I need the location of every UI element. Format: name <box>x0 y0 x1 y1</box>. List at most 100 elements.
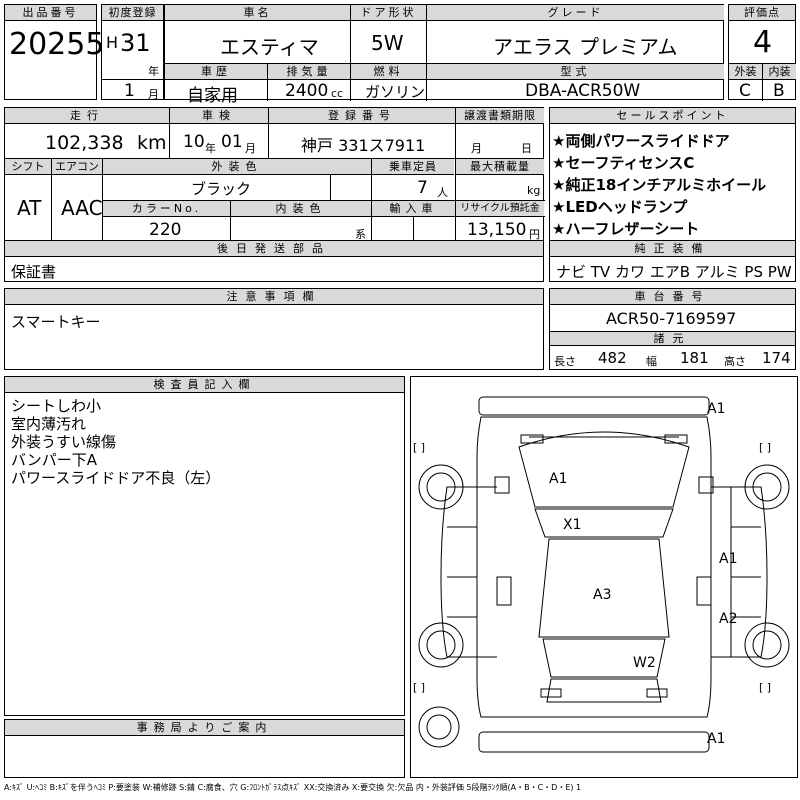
seats-unit: 人 <box>437 186 448 199</box>
score: 4 <box>753 25 773 60</box>
bracket-mark: [ ] <box>759 441 772 454</box>
reg-month: 1 <box>124 81 135 101</box>
disp-unit: cc <box>331 87 344 100</box>
sales-point-item: ★セーフティセンスC <box>552 154 695 172</box>
insp-month-unit: 月 <box>245 142 256 155</box>
ac-label: エアコン <box>52 159 102 175</box>
color-label: 外装色 <box>103 159 371 175</box>
damage-mark: X1 <box>563 517 582 533</box>
fuel: ガソリン <box>365 83 426 101</box>
parts-later-label: 後日発送部品 <box>5 241 543 257</box>
inspector-line: パワースライドドア不良（左） <box>11 469 221 487</box>
score-box: 評価点 4 外装 内装 C B <box>728 4 796 101</box>
damage-mark: A1 <box>719 551 738 567</box>
specs-label: 諸元 <box>550 332 795 346</box>
name-label: 車名 <box>165 5 350 21</box>
disp-label: 排気量 <box>268 64 350 79</box>
int-label: 内装 <box>763 64 796 79</box>
damage-mark: W2 <box>633 655 656 671</box>
bracket-mark: [ ] <box>759 681 772 694</box>
legend: A:ｷｽﾞ U:ﾍｺﾐ B:ｷｽﾞを伴うﾍｺﾐ P:要塗装 W:補修跡 S:錆 … <box>4 783 582 792</box>
detail-box: 走行 車検 登録番号 譲渡書類期限 102,338 km 10 年 01 月 神… <box>4 107 545 244</box>
equipment-label: 純正装備 <box>550 241 795 257</box>
intcolor-label: 内装色 <box>231 201 371 216</box>
bracket-mark: [ ] <box>413 441 426 454</box>
height-value: 174 <box>762 349 791 367</box>
history: 自家用 <box>187 86 238 106</box>
chassis-label: 車台番号 <box>550 289 795 305</box>
width-label: 幅 <box>646 355 657 368</box>
reg-label: 初度登録 <box>102 5 163 21</box>
recycle-label: リサイクル預託金 <box>456 201 544 216</box>
grade: アエラス プレミアム <box>493 35 678 59</box>
sales-point-item: ★ハーフレザーシート <box>552 220 700 238</box>
bracket-mark: [ ] <box>413 681 426 694</box>
aircon: AAC <box>61 196 103 220</box>
insp-month: 01 <box>221 132 243 152</box>
sales-points-label: セールスポイント <box>550 108 795 124</box>
car-diagram: [ ] [ ] [ ] [ ] A1 A1 X1 A1 A3 A2 W2 A1 <box>410 376 798 778</box>
inspector-box: 検査員記入欄 シートしわ小 室内薄汚れ 外装うすい線傷 バンパー下A パワースラ… <box>4 376 405 716</box>
door-label: ドア形状 <box>351 5 426 21</box>
model-label: 型式 <box>427 64 724 79</box>
reg-era: H <box>106 33 119 52</box>
plate-label: 登録番号 <box>269 108 455 124</box>
office-label: 事務局よりご案内 <box>5 720 404 736</box>
grade-label: グレード <box>427 5 724 21</box>
door-type: 5W <box>371 31 404 55</box>
load-label: 最大積載量 <box>456 159 544 175</box>
transfer-month: 月 <box>471 142 482 155</box>
fuel-label: 燃料 <box>351 64 426 79</box>
insp-year-unit: 年 <box>205 142 216 155</box>
equipment-value: ナビ TV カワ エアB アルミ PS PW <box>556 263 792 281</box>
reg-month-unit: 月 <box>148 88 159 101</box>
colorno-label: カラーNo. <box>103 201 230 216</box>
shift-label: シフト <box>5 159 51 175</box>
seats: 7 <box>417 178 428 198</box>
notes-label: 注意事項欄 <box>5 289 543 305</box>
int-grade: B <box>773 81 785 101</box>
inspection-label: 車検 <box>170 108 268 124</box>
colorno: 220 <box>149 220 182 240</box>
model: DBA-ACR50W <box>525 81 641 101</box>
damage-mark: A1 <box>549 471 568 487</box>
damage-mark: A1 <box>707 731 726 747</box>
transfer-label: 譲渡書類期限 <box>456 108 544 124</box>
notes-box: 注意事項欄 スマートキー <box>4 288 544 370</box>
lot-number: 20255 <box>9 27 105 62</box>
ext-grade: C <box>739 81 751 101</box>
lot-box: 出品番号 20255 <box>4 4 104 100</box>
damage-mark: A1 <box>707 401 726 417</box>
car-outline <box>418 396 790 753</box>
sales-points-box: セールスポイント ★両側パワースライドドア ★セーフティセンスC ★純正18イン… <box>549 107 796 243</box>
displacement: 2400 <box>285 81 329 101</box>
seats-label: 乗車定員 <box>372 159 454 175</box>
inspector-label: 検査員記入欄 <box>5 377 404 393</box>
parts-later-box: 後日発送部品 保証書 <box>4 240 544 282</box>
reg-year: 31 <box>120 29 151 57</box>
length-value: 482 <box>598 349 627 367</box>
damage-mark: A3 <box>593 587 612 603</box>
history-label: 車歴 <box>165 64 267 79</box>
ext-color: ブラック <box>191 180 252 198</box>
mileage-unit: km <box>137 132 167 154</box>
notes-value: スマートキー <box>11 313 101 331</box>
height-label: 高さ <box>724 355 746 368</box>
width-value: 181 <box>680 349 709 367</box>
shift: AT <box>17 196 42 220</box>
chassis-number: ACR50-7169597 <box>606 309 737 328</box>
lot-label: 出品番号 <box>5 5 96 21</box>
chassis-box: 車台番号 ACR50-7169597 諸元 長さ 482 幅 181 高さ 17… <box>549 288 796 370</box>
mileage: 102,338 <box>45 132 124 154</box>
office-box: 事務局よりご案内 <box>4 719 405 778</box>
sales-point-item: ★LEDヘッドランプ <box>552 198 688 216</box>
mileage-label: 走行 <box>5 108 169 124</box>
car-name: エスティマ <box>220 35 319 59</box>
score-label: 評価点 <box>729 5 795 21</box>
insp-year: 10 <box>183 132 205 152</box>
equipment-box: 純正装備 ナビ TV カワ エアB アルミ PS PW <box>549 240 796 282</box>
reg-box: 初度登録 H 31 年 1 月 <box>101 4 164 101</box>
plate-number: 神戸 331ス7911 <box>301 136 426 155</box>
damage-mark: A2 <box>719 611 738 627</box>
length-label: 長さ <box>554 355 576 368</box>
